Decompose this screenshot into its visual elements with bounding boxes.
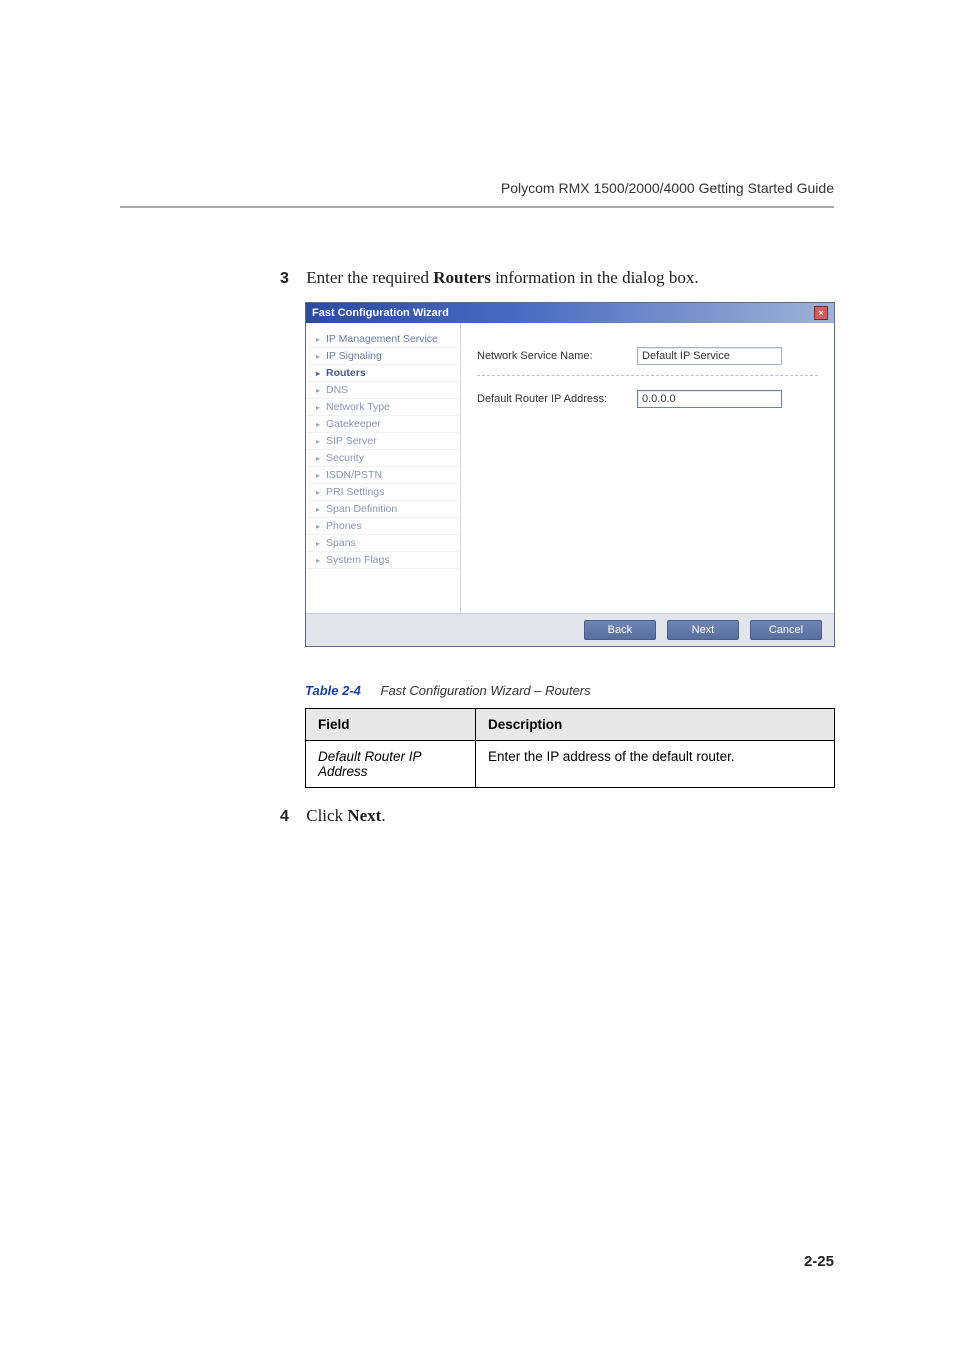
step-bold: Routers: [433, 268, 491, 287]
wizard-content: Network Service Name: Default Router IP …: [461, 323, 834, 613]
router-ip-input[interactable]: [637, 390, 782, 408]
step-text-after: information in the dialog box.: [491, 268, 699, 287]
sidebar-item-isdn-pstn[interactable]: ▸ ISDN/PSTN: [306, 467, 460, 484]
wizard-dialog: Fast Configuration Wizard × ▸ IP Manageme…: [305, 302, 835, 647]
separator: [477, 375, 818, 376]
sidebar-item-network-type[interactable]: ▸ Network Type: [306, 399, 460, 416]
chevron-right-icon: ▸: [316, 437, 320, 446]
sidebar-item-ip-management[interactable]: ▸ IP Management Service: [306, 331, 460, 348]
wizard-titlebar: Fast Configuration Wizard ×: [306, 303, 834, 323]
chevron-right-icon: ▸: [316, 556, 320, 565]
chevron-right-icon: ▸: [316, 539, 320, 548]
sidebar-item-label: System Flags: [326, 554, 390, 566]
sidebar-item-label: Span Definition: [326, 503, 397, 515]
sidebar-item-ip-signaling[interactable]: ▸ IP Signaling: [306, 348, 460, 365]
chevron-right-icon: ▸: [316, 471, 320, 480]
sidebar-item-pri-settings[interactable]: ▸ PRI Settings: [306, 484, 460, 501]
router-ip-label: Default Router IP Address:: [477, 393, 617, 405]
sidebar-item-label: IP Management Service: [326, 333, 438, 345]
next-button[interactable]: Next: [667, 620, 739, 640]
sidebar-item-sip-server[interactable]: ▸ SIP Server: [306, 433, 460, 450]
wizard-title: Fast Configuration Wizard: [312, 307, 449, 319]
sidebar-item-security[interactable]: ▸ Security: [306, 450, 460, 467]
sidebar-item-label: ISDN/PSTN: [326, 469, 382, 481]
chevron-right-icon: ▸: [316, 369, 320, 378]
chevron-right-icon: ▸: [316, 488, 320, 497]
sidebar-item-phones[interactable]: ▸ Phones: [306, 518, 460, 535]
col-description: Description: [476, 709, 835, 741]
back-button[interactable]: Back: [584, 620, 656, 640]
sidebar-item-label: DNS: [326, 384, 348, 396]
cancel-button[interactable]: Cancel: [750, 620, 822, 640]
sidebar-item-dns[interactable]: ▸ DNS: [306, 382, 460, 399]
step-text-after: .: [381, 806, 385, 825]
page-number: 2-25: [804, 1253, 834, 1270]
sidebar-item-span-definition[interactable]: ▸ Span Definition: [306, 501, 460, 518]
service-name-input: [637, 347, 782, 365]
chevron-right-icon: ▸: [316, 505, 320, 514]
table-title: Fast Configuration Wizard – Routers: [381, 683, 591, 698]
step-bold: Next: [347, 806, 381, 825]
close-icon[interactable]: ×: [814, 306, 828, 320]
chevron-right-icon: ▸: [316, 386, 320, 395]
wizard-footer: Back Next Cancel: [306, 613, 834, 646]
sidebar-item-label: Security: [326, 452, 364, 464]
step-text-before: Enter the required: [306, 268, 433, 287]
chevron-right-icon: ▸: [316, 522, 320, 531]
chevron-right-icon: ▸: [316, 335, 320, 344]
sidebar-item-label: SIP Server: [326, 435, 377, 447]
sidebar-item-label: IP Signaling: [326, 350, 382, 362]
table-row: Default Router IP Address Enter the IP a…: [306, 741, 835, 788]
chevron-right-icon: ▸: [316, 352, 320, 361]
fields-table: Field Description Default Router IP Addr…: [305, 708, 835, 788]
sidebar-item-label: Phones: [326, 520, 362, 532]
table-number: Table 2-4: [305, 683, 361, 698]
step-4: 4 Click Next.: [280, 806, 834, 826]
table-caption: Table 2-4 Fast Configuration Wizard – Ro…: [305, 683, 834, 698]
sidebar-item-spans[interactable]: ▸ Spans: [306, 535, 460, 552]
sidebar-item-label: Network Type: [326, 401, 390, 413]
col-field: Field: [306, 709, 476, 741]
wizard-sidebar: ▸ IP Management Service ▸ IP Signaling ▸ Ro…: [306, 323, 461, 613]
sidebar-item-label: Spans: [326, 537, 356, 549]
service-name-label: Network Service Name:: [477, 350, 617, 362]
sidebar-item-label: PRI Settings: [326, 486, 384, 498]
page-header: Polycom RMX 1500/2000/4000 Getting Start…: [120, 180, 834, 208]
step-number: 3: [280, 270, 302, 288]
chevron-right-icon: ▸: [316, 454, 320, 463]
step-3: 3 Enter the required Routers information…: [280, 268, 834, 288]
sidebar-item-system-flags[interactable]: ▸ System Flags: [306, 552, 460, 569]
sidebar-item-label: Routers: [326, 367, 366, 379]
step-text-before: Click: [306, 806, 347, 825]
cell-field: Default Router IP Address: [306, 741, 476, 788]
sidebar-item-routers[interactable]: ▸ Routers: [306, 365, 460, 382]
sidebar-item-label: Gatekeeper: [326, 418, 381, 430]
step-number: 4: [280, 808, 302, 826]
cell-desc: Enter the IP address of the default rout…: [476, 741, 835, 788]
chevron-right-icon: ▸: [316, 403, 320, 412]
chevron-right-icon: ▸: [316, 420, 320, 429]
sidebar-item-gatekeeper[interactable]: ▸ Gatekeeper: [306, 416, 460, 433]
